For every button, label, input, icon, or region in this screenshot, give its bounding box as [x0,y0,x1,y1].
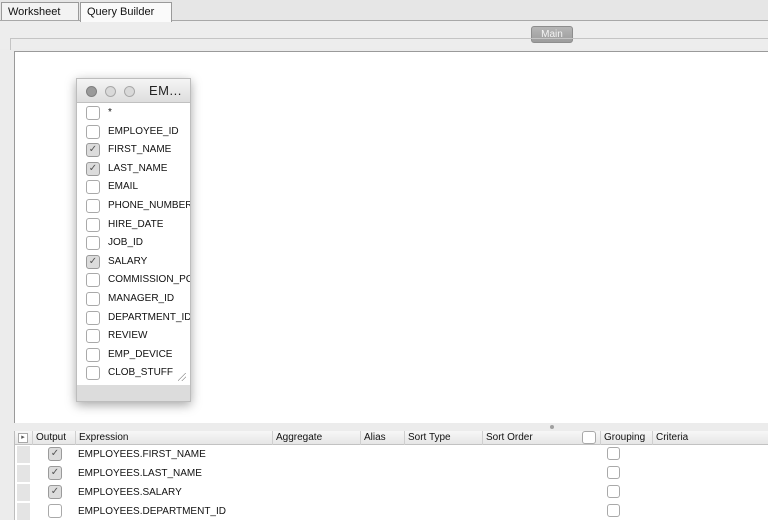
column-checkbox[interactable] [86,236,100,251]
row-header[interactable] [17,484,30,501]
row-header[interactable] [17,503,30,520]
column-name: EMPLOYEE_ID [108,125,179,137]
close-window-icon[interactable] [86,86,97,97]
table-box-title: EM... [149,83,182,98]
output-checkbox[interactable]: ✓ [48,466,62,480]
column-row[interactable]: ✓ FIRST_NAME [77,141,190,160]
column-name: COMMISSION_PCT [108,274,190,286]
column-checkbox[interactable] [86,124,100,139]
header-sort-type[interactable]: Sort Type [404,431,451,445]
column-row[interactable]: COMMISSION_PCT [77,271,190,290]
output-checkbox[interactable]: ✓ [48,485,62,499]
column-row[interactable]: EMPLOYEE_ID [77,123,190,142]
tab-query-builder[interactable]: Query Builder [80,2,172,22]
column-checkbox[interactable] [86,106,100,120]
header-sort-order[interactable]: Sort Order [482,431,533,445]
column-checkbox[interactable]: ✓ [86,254,100,269]
column-name: EMP_DEVICE [108,348,173,360]
grouping-checkbox[interactable] [607,504,620,517]
grouping-checkbox[interactable] [607,485,620,498]
grouping-checkbox[interactable] [607,466,620,479]
main-button[interactable]: Main [531,26,573,43]
column-row[interactable]: DEPARTMENT_ID [77,309,190,328]
column-row[interactable]: HIRE_DATE [77,216,190,235]
header-alias[interactable]: Alias [360,431,386,445]
tab-bar: Worksheet Query Builder [0,0,768,22]
header-output[interactable]: Output [32,431,66,445]
grid-row[interactable]: ✓ EMPLOYEES.LAST_NAME [15,464,768,483]
column-row[interactable]: ✓ SALARY [77,253,190,272]
grid-row[interactable]: ✓ EMPLOYEES.SALARY [15,483,768,502]
grid-row[interactable]: EMPLOYEES.DEPARTMENT_ID [15,502,768,520]
column-checkbox[interactable] [86,366,100,381]
minimize-window-icon[interactable] [105,86,116,97]
column-name: EMAIL [108,181,139,193]
row-header[interactable] [17,465,30,482]
expression-cell[interactable]: EMPLOYEES.DEPARTMENT_ID [78,506,226,517]
column-row[interactable]: MANAGER_ID [77,290,190,309]
select-all-checkbox[interactable] [582,431,596,444]
expression-cell[interactable]: EMPLOYEES.LAST_NAME [78,468,202,479]
column-name: MANAGER_ID [108,293,175,304]
column-name: REVIEW [108,330,148,342]
resize-grip-icon[interactable] [178,373,186,381]
expression-cell[interactable]: EMPLOYEES.SALARY [78,487,182,498]
tab-worksheet[interactable]: Worksheet [1,2,79,21]
expression-cell[interactable]: EMPLOYEES.FIRST_NAME [78,449,206,460]
column-list[interactable]: * EMPLOYEE_ID ✓ FIRST_NAME ✓ LAST_NAME EMAIL PH… [77,103,190,385]
column-name: SALARY [108,255,148,267]
table-box-titlebar[interactable]: EM... [77,79,190,103]
output-checkbox[interactable] [48,504,62,518]
column-name: LAST_NAME [108,162,168,174]
column-checkbox[interactable]: ✓ [86,161,100,176]
expand-arrow-icon[interactable]: ▸ [18,433,28,443]
employees-table-box[interactable]: EM... * EMPLOYEE_ID ✓ FIRST_NAME ✓ LAST_NAME E… [76,78,191,402]
column-checkbox[interactable] [86,273,100,288]
column-checkbox[interactable] [86,329,100,344]
header-grouping[interactable]: Grouping [600,431,645,445]
column-checkbox[interactable] [86,217,100,232]
column-checkbox[interactable] [86,310,100,325]
column-name: JOB_ID [108,237,144,249]
column-row[interactable]: EMAIL [77,178,190,197]
column-name: DEPARTMENT_ID [108,311,190,323]
column-row[interactable]: ✓ LAST_NAME [77,160,190,179]
column-row[interactable]: PHONE_NUMBER [77,197,190,216]
header-aggregate[interactable]: Aggregate [272,431,322,445]
pane-splitter[interactable] [14,423,768,431]
column-checkbox[interactable] [86,347,100,362]
header-expression[interactable]: Expression [75,431,128,445]
grouping-checkbox[interactable] [607,447,620,460]
column-name: CLOB_STUFF [108,367,174,379]
column-row[interactable]: REVIEW [77,327,190,346]
column-row[interactable]: JOB_ID [77,234,190,253]
column-name: * [108,107,112,118]
column-row[interactable]: * [77,104,190,123]
toolbar-divider [10,38,768,39]
column-row[interactable]: CLOB_STUFF [77,364,190,383]
splitter-handle-icon[interactable] [550,425,554,429]
zoom-window-icon[interactable] [124,86,135,97]
column-row[interactable]: EMP_DEVICE [77,346,190,365]
column-name: HIRE_DATE [108,218,164,230]
table-box-footer [77,385,190,401]
column-name: FIRST_NAME [108,144,172,156]
toolbar: Main [0,21,768,49]
header-criteria[interactable]: Criteria [652,431,688,445]
column-checkbox[interactable] [86,199,100,213]
toolbar-divider-left [10,38,11,50]
grid-header: ▸ Output Expression Aggregate Alias Sort… [15,431,768,445]
column-checkbox[interactable] [86,292,100,306]
query-grid: ▸ Output Expression Aggregate Alias Sort… [14,431,768,520]
grid-row[interactable]: ✓ EMPLOYEES.FIRST_NAME [15,445,768,464]
column-checkbox[interactable] [86,180,100,195]
output-checkbox[interactable]: ✓ [48,447,62,461]
row-header[interactable] [17,446,30,463]
column-name: PHONE_NUMBER [108,200,190,211]
column-checkbox[interactable]: ✓ [86,143,100,158]
